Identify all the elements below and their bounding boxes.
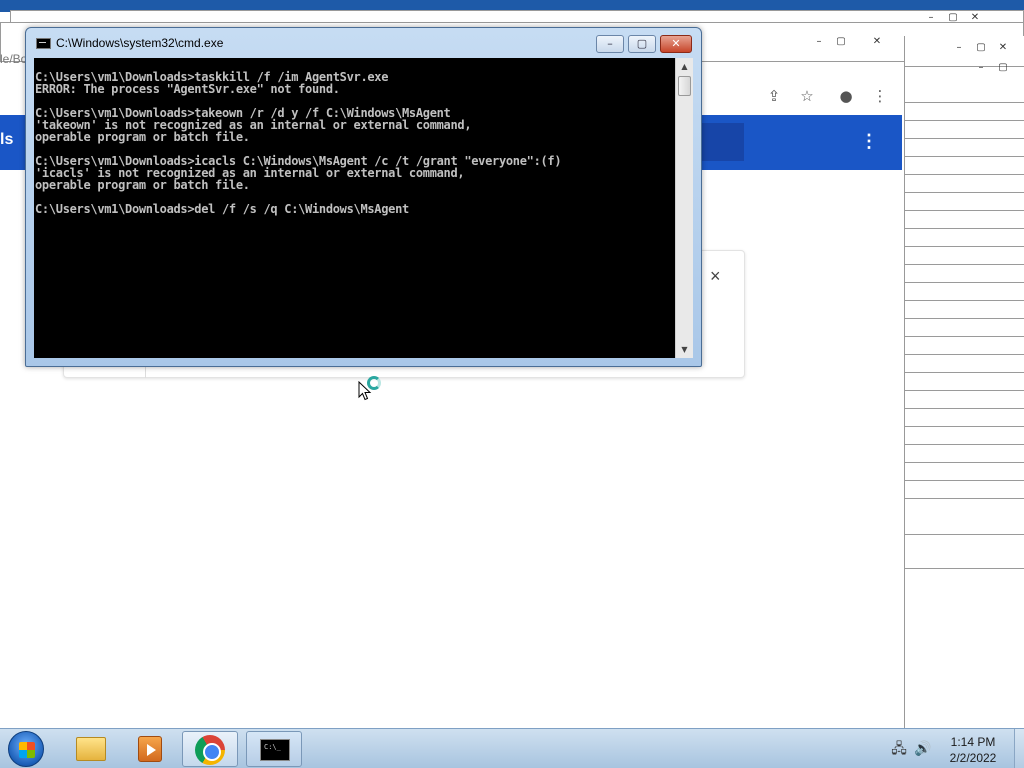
taskbar-explorer-button[interactable] (62, 731, 118, 767)
card-divider (145, 366, 146, 378)
media-player-icon (138, 736, 162, 762)
taskbar-media-player-button[interactable] (122, 731, 178, 767)
profile-icon[interactable]: ● (836, 86, 856, 106)
minimize-icon[interactable]: – (920, 12, 942, 24)
close-button[interactable]: ✕ (660, 35, 692, 53)
minimize-icon[interactable]: – (808, 36, 830, 48)
mouse-pointer-icon (358, 381, 372, 401)
window-edge (905, 534, 1024, 535)
system-clock[interactable]: 1:14 PM 2/2/2022 (940, 734, 1006, 766)
background-window-controls: – ▢ (970, 62, 1014, 74)
console-output[interactable]: C:\Users\vm1\Downloads>taskkill /f /im A… (34, 58, 675, 358)
window-edge (905, 372, 1024, 373)
minimize-icon[interactable]: – (948, 42, 970, 54)
window-title: C:\Windows\system32\cmd.exe (56, 36, 224, 50)
console-icon[interactable] (36, 38, 51, 49)
kebab-menu-icon[interactable]: ⋮ (860, 131, 878, 152)
window-edge (905, 480, 1024, 481)
window-edge (905, 102, 1024, 103)
window-edge (905, 138, 1024, 139)
menu-icon[interactable]: ⋮ (870, 86, 890, 106)
window-edge (905, 444, 1024, 445)
window-edge (905, 462, 1024, 463)
window-edge (905, 354, 1024, 355)
network-icon[interactable]: 🖧 (890, 741, 908, 757)
window-edge (905, 568, 1024, 569)
taskbar-cmd-button[interactable]: C:\_ (246, 731, 302, 767)
header-button[interactable] (700, 123, 744, 161)
window-edge (905, 228, 1024, 229)
console-line: ERROR: The process "AgentSvr.exe" not fo… (35, 82, 340, 96)
window-edge (905, 264, 1024, 265)
console-line: operable program or batch file. (35, 130, 250, 144)
vertical-scrollbar[interactable]: ▲ ▼ (675, 58, 693, 358)
minimize-icon[interactable]: – (970, 62, 992, 74)
maximize-icon[interactable]: ▢ (942, 12, 964, 24)
clock-time: 1:14 PM (950, 735, 996, 749)
background-window-controls: – ▢ ✕ (808, 36, 888, 48)
clock-date: 2/2/2022 (949, 751, 997, 765)
console-line: C:\Users\vm1\Downloads>del /f /s /q C:\W… (35, 202, 409, 216)
window-edge (905, 282, 1024, 283)
card-close-icon[interactable]: × (710, 266, 721, 287)
window-edge (905, 426, 1024, 427)
scroll-up-arrow-icon[interactable]: ▲ (676, 58, 693, 75)
close-icon[interactable]: ✕ (866, 36, 888, 48)
taskbar-chrome-button[interactable] (182, 731, 238, 767)
window-edge (905, 408, 1024, 409)
maximize-button[interactable]: ▢ (628, 35, 656, 53)
maximize-icon[interactable]: ▢ (830, 36, 852, 48)
chrome-icon (195, 735, 225, 765)
cmd-icon-text: C:\_ (264, 743, 281, 751)
bookmark-star-icon[interactable]: ☆ (797, 86, 817, 106)
close-icon[interactable]: ✕ (964, 12, 986, 24)
maximize-icon[interactable]: ▢ (970, 42, 992, 54)
window-edge (905, 210, 1024, 211)
start-button[interactable] (8, 731, 44, 767)
window-edge (905, 318, 1024, 319)
scrollbar-thumb[interactable] (678, 76, 691, 96)
window-edge (905, 336, 1024, 337)
window-edge (905, 498, 1024, 499)
minimize-button[interactable]: – (596, 35, 624, 53)
volume-icon[interactable]: 🔊 (914, 741, 932, 757)
window-edge (905, 174, 1024, 175)
background-window-stack (904, 36, 1024, 728)
window-edge (905, 156, 1024, 157)
share-icon[interactable]: ⇪ (764, 86, 784, 106)
window-edge (905, 192, 1024, 193)
header-text-fragment: ls (0, 131, 14, 148)
scroll-down-arrow-icon[interactable]: ▼ (676, 341, 693, 358)
cmd-titlebar[interactable]: C:\Windows\system32\cmd.exe – ▢ ✕ (26, 28, 701, 58)
window-edge (905, 390, 1024, 391)
console-icon: C:\_ (260, 739, 290, 761)
maximize-icon[interactable]: ▢ (992, 62, 1014, 74)
taskbar: C:\_ 🖧 🔊 1:14 PM 2/2/2022 (0, 728, 1024, 768)
background-window-controls: – ▢ ✕ (948, 42, 1014, 54)
close-icon[interactable]: ✕ (992, 42, 1014, 54)
background-window-controls: – ▢ ✕ (920, 12, 986, 24)
window-edge (905, 300, 1024, 301)
cmd-window[interactable]: C:\Windows\system32\cmd.exe – ▢ ✕ C:\Use… (25, 27, 702, 367)
window-edge (905, 246, 1024, 247)
window-edge (905, 120, 1024, 121)
folder-icon (76, 737, 106, 761)
show-desktop-button[interactable] (1014, 729, 1024, 768)
console-line: operable program or batch file. (35, 178, 250, 192)
console-text: C:\Users\vm1\Downloads>taskkill /f /im A… (35, 71, 562, 216)
